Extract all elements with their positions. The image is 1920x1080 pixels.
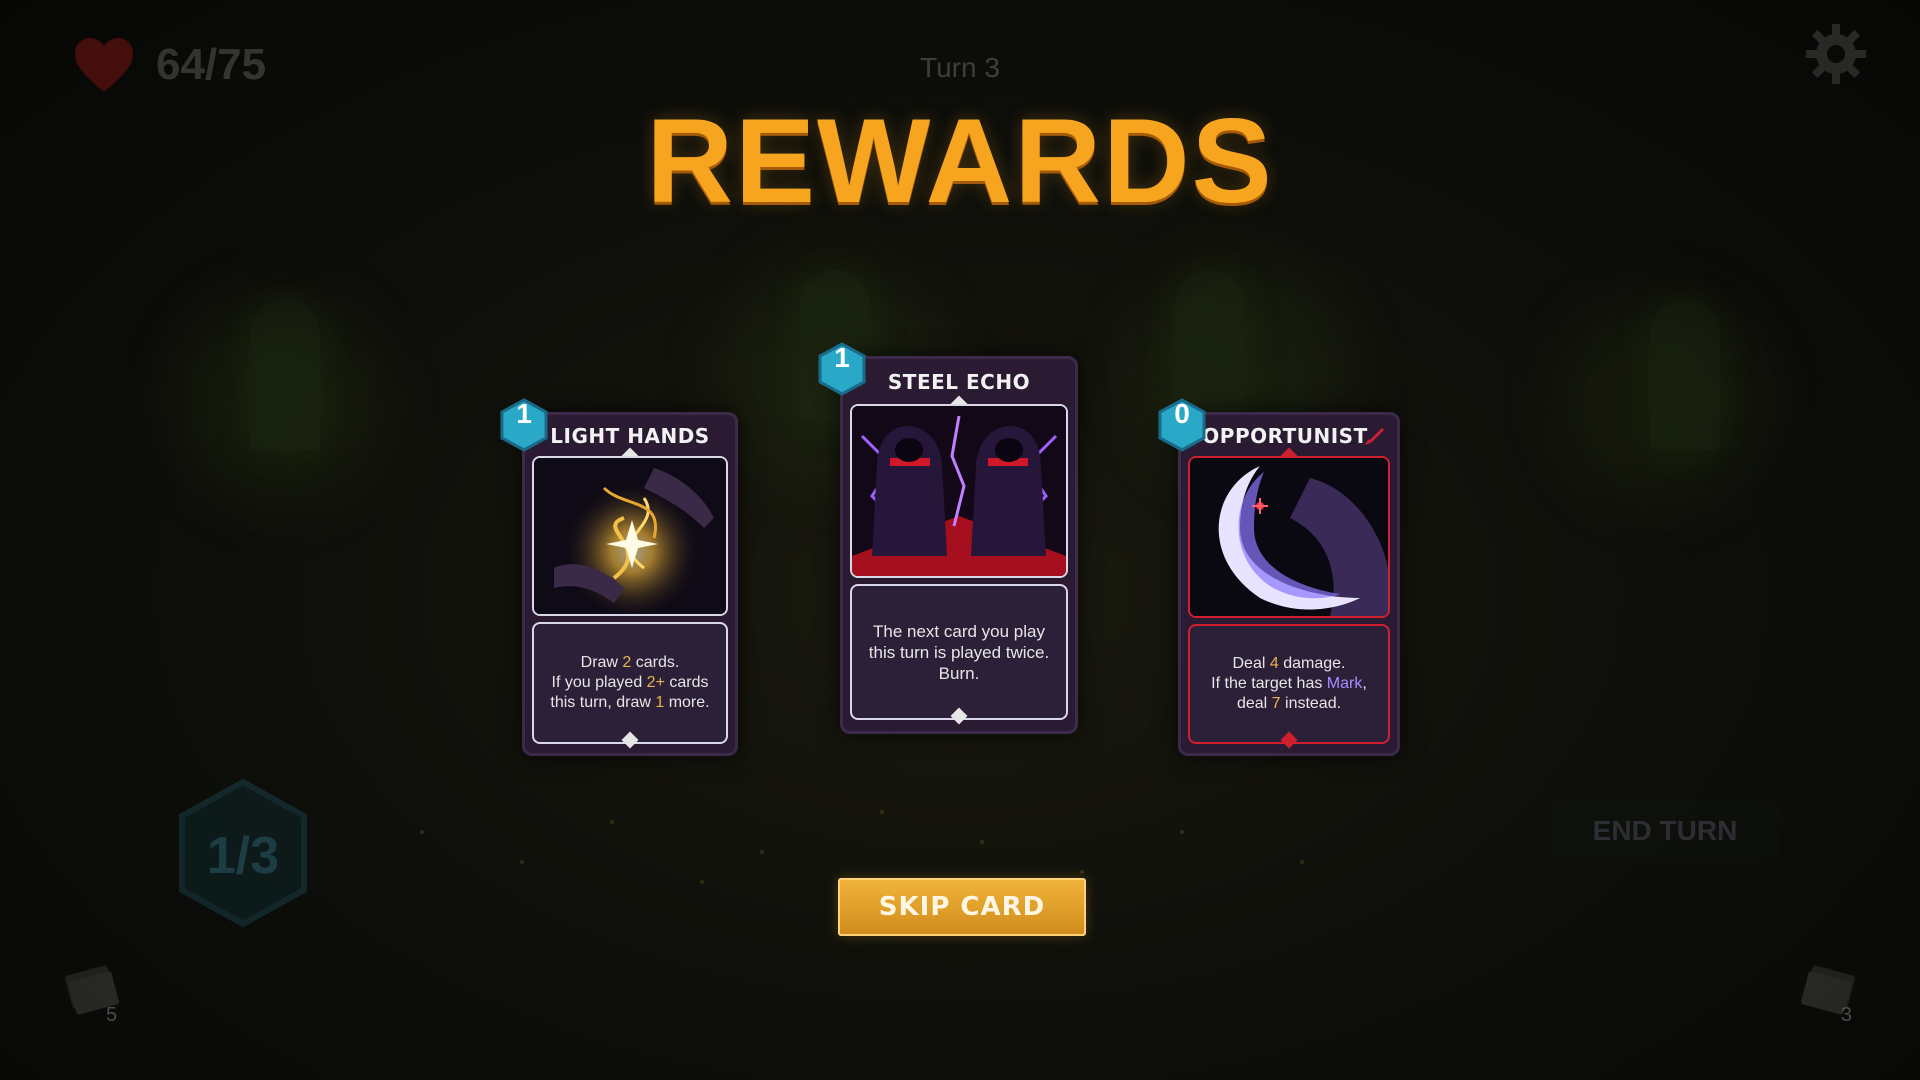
card-name: STEEL ECHO <box>887 370 1031 394</box>
card-art <box>1188 456 1390 618</box>
card-description: Deal 4 damage. If the target has Mark, d… <box>1188 624 1390 744</box>
desc-text: Draw <box>580 654 623 671</box>
gear-icon[interactable] <box>1804 22 1868 86</box>
card-cost: 0 <box>1174 398 1190 429</box>
card-art <box>532 456 728 616</box>
skip-card-button[interactable]: SKIP CARD <box>838 878 1086 936</box>
deck-count: 5 <box>106 1004 118 1026</box>
desc-text: , <box>1362 675 1367 692</box>
desc-value: 1 <box>655 694 665 711</box>
card-description: The next card you play this turn is play… <box>850 584 1068 720</box>
reward-card-light-hands[interactable]: LIGHT HANDS Draw 2 cards. If you played … <box>522 412 738 756</box>
card-art <box>850 404 1068 578</box>
desc-text: Deal <box>1232 655 1270 672</box>
desc-value: 4 <box>1269 655 1279 672</box>
desc-text: instead. <box>1280 695 1342 712</box>
blade-icon <box>1365 428 1384 445</box>
desc-text: cards <box>664 674 709 691</box>
reward-card-opportunist[interactable]: OPPORTUNIST Deal 4 damage. If the target… <box>1178 412 1400 756</box>
desc-keyword: Mark <box>1326 675 1363 692</box>
desc-text: If you played <box>551 674 647 691</box>
desc-text: this turn, draw <box>550 694 656 711</box>
deck-icon[interactable] <box>58 952 130 1024</box>
card-cost: 1 <box>516 398 532 429</box>
desc-text: deal <box>1236 695 1272 712</box>
discard-count: 3 <box>1840 1004 1852 1026</box>
card-cost: 1 <box>834 342 850 373</box>
desc-value: 7 <box>1271 695 1281 712</box>
reward-card-steel-echo[interactable]: STEEL ECHO The next card you play this t… <box>840 356 1078 734</box>
desc-value: 2+ <box>646 674 665 691</box>
card-name: LIGHT HANDS <box>550 424 710 448</box>
desc-text: cards. <box>631 654 680 671</box>
desc-text: If the target has <box>1211 675 1327 692</box>
rewards-title: REWARDS <box>646 94 1274 228</box>
desc-text: damage. <box>1278 655 1346 672</box>
desc-text: more. <box>664 694 710 711</box>
energy-counter: 1/3 <box>206 827 280 885</box>
card-description: Draw 2 cards. If you played 2+ cards thi… <box>532 622 728 744</box>
desc-text: The next card you play <box>873 621 1045 641</box>
turn-indicator: Turn 3 <box>920 52 1000 83</box>
desc-value: 2 <box>622 654 632 671</box>
desc-text: Burn. <box>938 663 980 683</box>
end-turn-button[interactable]: END TURN <box>1550 800 1780 862</box>
desc-text: this turn is played twice. <box>868 642 1050 662</box>
